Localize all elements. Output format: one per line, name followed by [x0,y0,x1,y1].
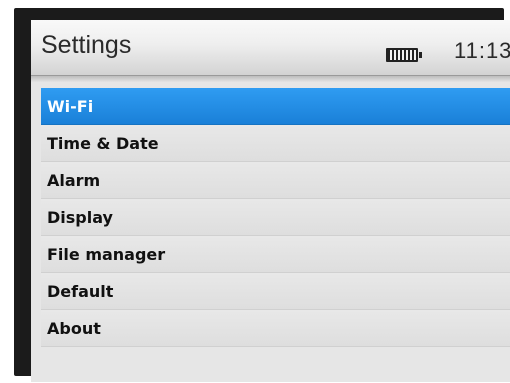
status-bar: Settings 11:13 [31,20,510,76]
battery-icon [386,48,422,62]
menu-item-display[interactable]: Display [41,199,510,236]
menu-item-default[interactable]: Default [41,273,510,310]
settings-menu: Wi-Fi Time & Date Alarm Display File man… [41,88,510,347]
device-frame: Settings 11:13 Wi-Fi Time & Date Alarm D… [14,8,510,382]
clock-time: 11:13 [454,38,510,63]
page-title: Settings [41,31,132,59]
menu-item-wifi[interactable]: Wi-Fi [41,88,510,125]
menu-item-alarm[interactable]: Alarm [41,162,510,199]
menu-item-file-manager[interactable]: File manager [41,236,510,273]
menu-item-time-date[interactable]: Time & Date [41,125,510,162]
header-divider [31,76,510,82]
menu-item-about[interactable]: About [41,310,510,347]
settings-screen: Settings 11:13 Wi-Fi Time & Date Alarm D… [31,20,510,382]
